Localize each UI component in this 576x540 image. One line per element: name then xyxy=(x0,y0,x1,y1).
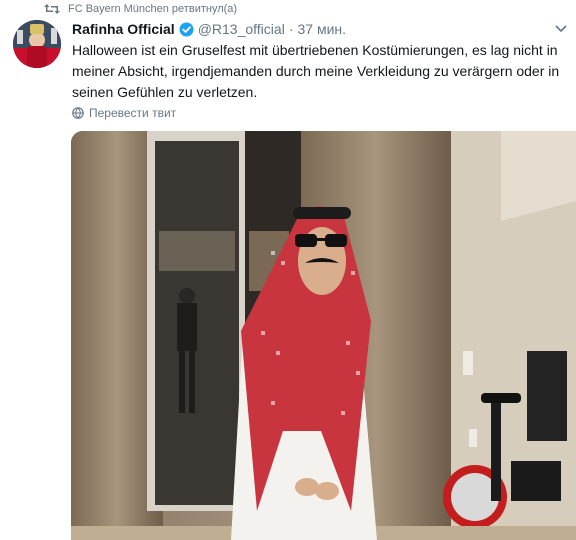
globe-icon xyxy=(72,107,84,119)
author-handle[interactable]: @R13_official xyxy=(198,21,285,37)
author-name[interactable]: Rafinha Official xyxy=(72,21,175,37)
retweet-label: FC Bayern München ретвитнул(а) xyxy=(68,3,238,15)
translate-tweet-link[interactable]: Перевести твит xyxy=(72,106,176,120)
tweet-timestamp[interactable]: 37 мин. xyxy=(297,21,346,37)
retweet-icon xyxy=(44,3,60,15)
retweet-context[interactable]: FC Bayern München ретвитнул(а) xyxy=(44,0,237,18)
avatar[interactable] xyxy=(13,20,61,68)
separator-dot: · xyxy=(288,21,294,37)
translate-label: Перевести твит xyxy=(89,106,177,120)
chevron-down-icon[interactable] xyxy=(554,22,568,36)
tweet-text: Halloween ist ein Gruselfest mit übertri… xyxy=(72,42,560,100)
tweet-photo[interactable] xyxy=(71,131,576,540)
verified-badge-icon xyxy=(179,22,194,37)
tweet-header: Rafinha Official @R13_official · 37 мин. xyxy=(72,18,346,40)
